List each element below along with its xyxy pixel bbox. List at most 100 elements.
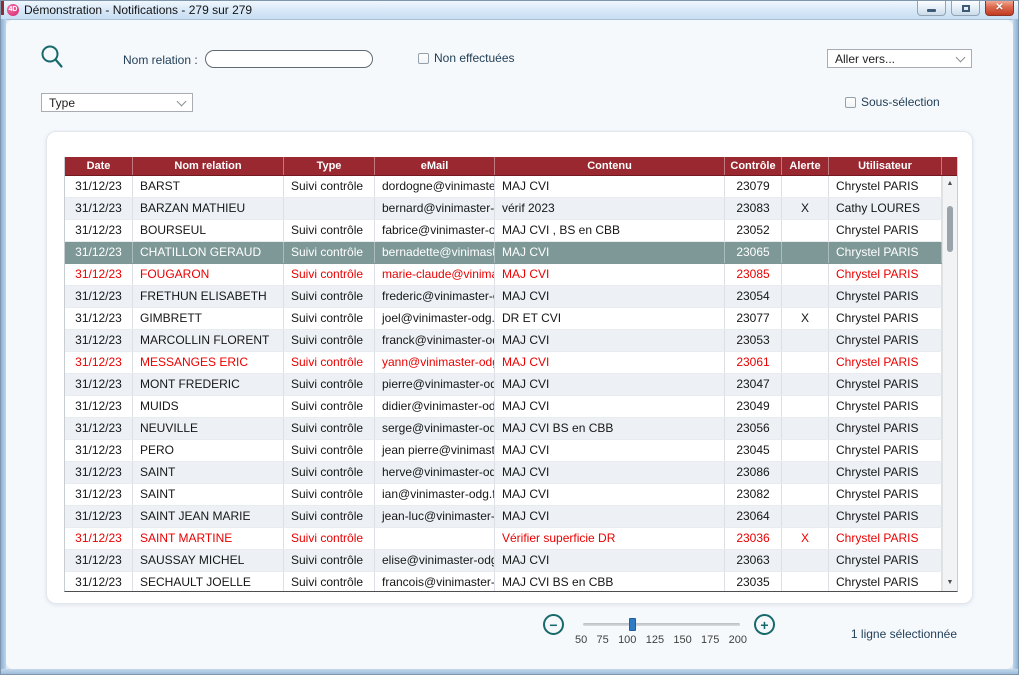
table-row[interactable]: 31/12/23 MESSANGES ERIC Suivi contrôle y… [65,352,942,374]
column-header-type[interactable]: Type [284,157,375,175]
cell-nom-relation: SAINT [133,462,284,483]
cell-date: 31/12/23 [65,264,133,285]
cell-contenu: MAJ CVI [495,462,725,483]
vertical-scrollbar[interactable]: ▲ ▼ [942,176,957,591]
maximize-button[interactable] [951,1,980,16]
cell-controle: 23064 [725,506,782,527]
column-header-alerte[interactable]: Alerte [782,157,829,175]
column-header-contenu[interactable]: Contenu [495,157,725,175]
table-row[interactable]: 31/12/23 FRETHUN ELISABETH Suivi contrôl… [65,286,942,308]
window-title: Démonstration - Notifications - 279 sur … [24,1,252,19]
table-row[interactable]: 31/12/23 SECHAULT JOELLE Suivi contrôle … [65,572,942,592]
cell-controle: 23035 [725,572,782,592]
cell-controle: 23054 [725,286,782,307]
cell-controle: 23063 [725,550,782,571]
cell-date: 31/12/23 [65,440,133,461]
cell-email: didier@vinimaster-odg [375,396,495,417]
cell-type: Suivi contrôle [284,418,375,439]
window-frame-right [1013,19,1018,674]
table-row[interactable]: 31/12/23 MARCOLLIN FLORENT Suivi contrôl… [65,330,942,352]
table-row[interactable]: 31/12/23 FOUGARON Suivi contrôle marie-c… [65,264,942,286]
zoom-slider-handle[interactable] [629,618,636,631]
cell-date: 31/12/23 [65,462,133,483]
zoom-slider-track[interactable] [583,623,740,626]
table-row[interactable]: 31/12/23 MUIDS Suivi contrôle didier@vin… [65,396,942,418]
cell-email: joel@vinimaster-odg.f [375,308,495,329]
cell-date: 31/12/23 [65,396,133,417]
cell-utilisateur: Chrystel PARIS [829,176,942,197]
type-dropdown[interactable]: Type [41,93,193,112]
table-row[interactable]: 31/12/23 MONT FREDERIC Suivi contrôle pi… [65,374,942,396]
app-logo-icon: 4D [7,4,19,16]
cell-alerte [782,352,829,373]
column-header-email[interactable]: eMail [375,157,495,175]
cell-type: Suivi contrôle [284,528,375,549]
minimize-button[interactable] [917,1,946,16]
table-row[interactable]: 31/12/23 BARST Suivi contrôle dordogne@v… [65,176,942,198]
cell-alerte [782,506,829,527]
table-row[interactable]: 31/12/23 NEUVILLE Suivi contrôle serge@v… [65,418,942,440]
cell-date: 31/12/23 [65,198,133,219]
table-row[interactable]: 31/12/23 SAINT Suivi contrôle ian@vinima… [65,484,942,506]
window-controls: ✕ [917,1,1014,16]
cell-alerte [782,572,829,592]
cell-contenu: MAJ CVI [495,286,725,307]
cell-alerte [782,264,829,285]
table-row[interactable]: 31/12/23 GIMBRETT Suivi contrôle joel@vi… [65,308,942,330]
cell-email: marie-claude@vinima [375,264,495,285]
column-header-date[interactable]: Date [65,157,133,175]
aller-vers-dropdown[interactable]: Aller vers... [827,49,972,68]
search-icon[interactable] [39,44,66,76]
table-row[interactable]: 31/12/23 SAINT JEAN MARIE Suivi contrôle… [65,506,942,528]
window-frame-left [1,19,6,674]
cell-type: Suivi contrôle [284,352,375,373]
cell-controle: 23082 [725,484,782,505]
nom-relation-label: Nom relation : [123,53,198,67]
zoom-tick-label: 50 [575,634,587,646]
scroll-down-icon[interactable]: ▼ [943,576,957,590]
close-icon: ✕ [986,1,1013,15]
cell-alerte [782,286,829,307]
cell-utilisateur: Chrystel PARIS [829,374,942,395]
cell-utilisateur: Chrystel PARIS [829,330,942,351]
cell-utilisateur: Chrystel PARIS [829,418,942,439]
sous-selection-checkbox[interactable]: Sous-sélection [845,95,940,109]
minimize-icon [927,9,936,12]
cell-alerte [782,396,829,417]
table-row[interactable]: 31/12/23 CHATILLON GERAUD Suivi contrôle… [65,242,942,264]
cell-date: 31/12/23 [65,242,133,263]
nom-relation-input[interactable] [206,52,372,68]
cell-controle: 23085 [725,264,782,285]
non-effectuees-checkbox[interactable]: Non effectuées [418,51,515,65]
column-header-controle[interactable]: Contrôle [725,157,782,175]
table-row[interactable]: 31/12/23 SAINT MARTINE Suivi contrôle Vé… [65,528,942,550]
cell-email: franck@vinimaster-od [375,330,495,351]
zoom-in-button[interactable]: + [754,614,775,635]
scrollbar-thumb[interactable] [947,206,953,252]
cell-utilisateur: Chrystel PARIS [829,440,942,461]
zoom-tick-label: 125 [646,634,664,646]
chevron-down-icon [177,96,187,106]
cell-contenu: MAJ CVI BS en CBB [495,418,725,439]
table-row[interactable]: 31/12/23 BARZAN MATHIEU bernard@vinimast… [65,198,942,220]
cell-utilisateur: Chrystel PARIS [829,242,942,263]
cell-alerte [782,418,829,439]
cell-utilisateur: Chrystel PARIS [829,528,942,549]
cell-nom-relation: SAINT MARTINE [133,528,284,549]
cell-type: Suivi contrôle [284,308,375,329]
cell-contenu: MAJ CVI [495,484,725,505]
table-row[interactable]: 31/12/23 SAINT Suivi contrôle herve@vini… [65,462,942,484]
cell-utilisateur: Chrystel PARIS [829,484,942,505]
cell-type: Suivi contrôle [284,220,375,241]
column-header-nom-relation[interactable]: Nom relation [133,157,284,175]
table-row[interactable]: 31/12/23 PERO Suivi contrôle jean pierre… [65,440,942,462]
close-button[interactable]: ✕ [985,1,1014,16]
table-row[interactable]: 31/12/23 SAUSSAY MICHEL Suivi contrôle e… [65,550,942,572]
cell-utilisateur: Chrystel PARIS [829,352,942,373]
column-header-utilisateur[interactable]: Utilisateur [829,157,942,175]
scroll-up-icon[interactable]: ▲ [943,177,957,191]
cell-date: 31/12/23 [65,484,133,505]
zoom-out-button[interactable]: − [543,614,564,635]
zoom-tick-label: 100 [618,634,636,646]
table-row[interactable]: 31/12/23 BOURSEUL Suivi contrôle fabrice… [65,220,942,242]
